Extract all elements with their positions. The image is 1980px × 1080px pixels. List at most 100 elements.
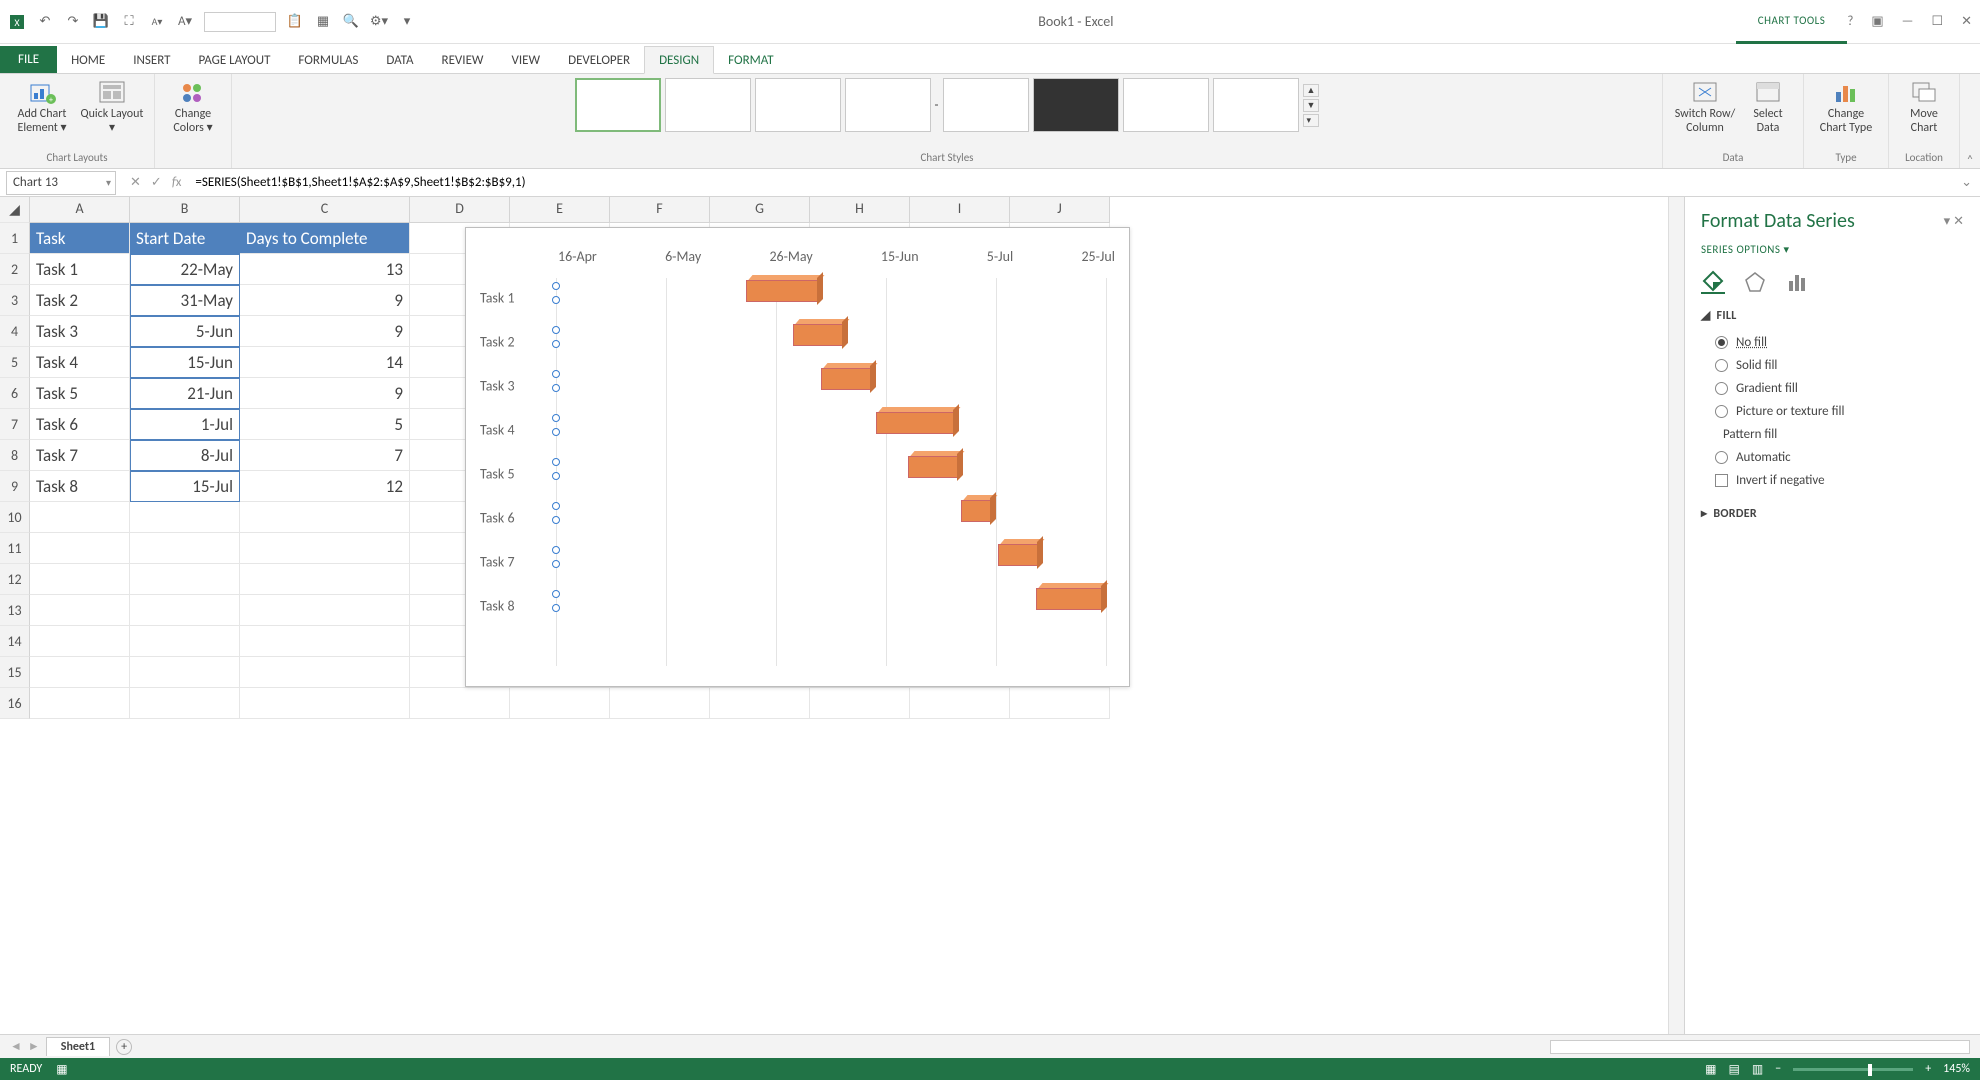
column-header[interactable]: B xyxy=(130,197,240,222)
cell[interactable]: 5 xyxy=(240,409,410,440)
cell[interactable]: Task 8 xyxy=(30,471,130,502)
chart-bar[interactable] xyxy=(876,412,954,434)
fx-icon[interactable]: fx xyxy=(172,175,182,190)
paste-icon[interactable]: 📋 xyxy=(286,13,304,31)
row-header[interactable]: 4 xyxy=(0,316,30,347)
chart-bar[interactable] xyxy=(821,368,871,390)
formula-input[interactable] xyxy=(189,175,1953,190)
cell[interactable] xyxy=(130,564,240,595)
border-section-header[interactable]: ▸BORDER xyxy=(1701,506,1964,521)
row-header[interactable]: 6 xyxy=(0,378,30,409)
chart-bar[interactable] xyxy=(961,500,991,522)
fill-no-fill[interactable]: No fill xyxy=(1701,331,1964,354)
cell[interactable]: 9 xyxy=(240,378,410,409)
ribbon-display-icon[interactable]: ▣ xyxy=(1871,14,1883,29)
row-header[interactable]: 7 xyxy=(0,409,30,440)
cell[interactable]: 15-Jul xyxy=(130,471,240,502)
cell[interactable] xyxy=(30,626,130,657)
fill-gradient[interactable]: Gradient fill xyxy=(1701,377,1964,400)
collapse-ribbon-icon[interactable]: ˄ xyxy=(1960,74,1980,168)
row-header[interactable]: 2 xyxy=(0,254,30,285)
cell[interactable] xyxy=(810,688,910,719)
effects-tab-icon[interactable] xyxy=(1743,270,1767,294)
move-chart-button[interactable]: Move Chart xyxy=(1899,78,1949,136)
series-options-dropdown[interactable]: SERIES OPTIONS ▾ xyxy=(1701,243,1964,256)
save-icon[interactable]: 💾 xyxy=(92,13,110,31)
cell[interactable]: Task 2 xyxy=(30,285,130,316)
cell[interactable] xyxy=(240,533,410,564)
enter-formula-icon[interactable]: ✓ xyxy=(151,175,162,190)
font-selector[interactable] xyxy=(204,12,276,32)
macros-icon[interactable]: ⚙▾ xyxy=(370,13,388,31)
print-preview-icon[interactable]: ⛶ xyxy=(120,13,138,31)
row-header[interactable]: 11 xyxy=(0,533,30,564)
cell[interactable]: Start Date xyxy=(130,223,240,254)
fill-automatic[interactable]: Automatic xyxy=(1701,446,1964,469)
column-header[interactable]: I xyxy=(910,197,1010,222)
row-header[interactable]: 14 xyxy=(0,626,30,657)
change-chart-type-button[interactable]: Change Chart Type xyxy=(1814,78,1878,136)
fill-section-header[interactable]: ◢FILL xyxy=(1701,308,1964,323)
chart-style-8[interactable] xyxy=(1213,78,1299,132)
column-header[interactable]: H xyxy=(810,197,910,222)
cell[interactable]: 21-Jun xyxy=(130,378,240,409)
tab-developer[interactable]: DEVELOPER xyxy=(554,47,644,73)
fill-solid[interactable]: Solid fill xyxy=(1701,354,1964,377)
chart-style-4[interactable] xyxy=(845,78,931,132)
tab-page-layout[interactable]: PAGE LAYOUT xyxy=(185,47,285,73)
quick-layout-button[interactable]: Quick Layout ▾ xyxy=(80,78,144,136)
cell[interactable]: 9 xyxy=(240,285,410,316)
styles-scroll-down-icon[interactable]: ▼ xyxy=(1303,99,1320,112)
chart-style-5[interactable] xyxy=(943,78,1029,132)
cell[interactable] xyxy=(30,595,130,626)
column-header[interactable]: D xyxy=(410,197,510,222)
row-header[interactable]: 12 xyxy=(0,564,30,595)
cell[interactable]: 22-May xyxy=(130,254,240,285)
switch-row-column-button[interactable]: Switch Row/ Column xyxy=(1673,78,1737,136)
sheet-tab-sheet1[interactable]: Sheet1 xyxy=(46,1037,110,1056)
qat-customize-icon[interactable]: ▾ xyxy=(398,13,416,31)
cell[interactable]: 1-Jul xyxy=(130,409,240,440)
cell[interactable] xyxy=(30,657,130,688)
zoom-slider[interactable] xyxy=(1793,1068,1913,1071)
cell[interactable] xyxy=(130,502,240,533)
row-header[interactable]: 13 xyxy=(0,595,30,626)
cancel-formula-icon[interactable]: ✕ xyxy=(130,175,141,190)
cell[interactable]: 15-Jun xyxy=(130,347,240,378)
chart-bar[interactable] xyxy=(998,544,1038,566)
series-options-tab-icon[interactable] xyxy=(1785,270,1809,294)
cell[interactable]: Task 5 xyxy=(30,378,130,409)
vertical-scrollbar[interactable] xyxy=(1668,197,1684,1034)
tab-data[interactable]: DATA xyxy=(372,47,427,73)
column-header[interactable]: E xyxy=(510,197,610,222)
select-all-cell[interactable]: ◢ xyxy=(0,197,30,223)
view-page-layout-icon[interactable]: ▤ xyxy=(1729,1062,1740,1077)
column-header[interactable]: G xyxy=(710,197,810,222)
cell[interactable]: Task xyxy=(30,223,130,254)
add-chart-element-button[interactable]: + Add Chart Element ▾ xyxy=(10,78,74,136)
row-header[interactable]: 1 xyxy=(0,223,30,254)
cell[interactable] xyxy=(710,688,810,719)
tab-home[interactable]: HOME xyxy=(57,47,119,73)
cell[interactable] xyxy=(30,688,130,719)
view-page-break-icon[interactable]: ▥ xyxy=(1752,1062,1763,1077)
chart-bar[interactable] xyxy=(1036,588,1102,610)
chart-style-6[interactable] xyxy=(1033,78,1119,132)
sheet-nav-next-icon[interactable]: ► xyxy=(28,1039,40,1054)
redo-icon[interactable]: ↷ xyxy=(64,13,82,31)
help-icon[interactable]: ? xyxy=(1847,14,1853,29)
tab-file[interactable]: FILE xyxy=(0,46,57,73)
cell[interactable] xyxy=(240,657,410,688)
row-header[interactable]: 10 xyxy=(0,502,30,533)
close-icon[interactable]: ✕ xyxy=(1961,14,1972,29)
row-header[interactable]: 15 xyxy=(0,657,30,688)
fill-line-tab-icon[interactable] xyxy=(1701,270,1725,294)
select-data-button[interactable]: Select Data xyxy=(1743,78,1793,136)
invert-if-negative[interactable]: Invert if negative xyxy=(1701,469,1964,492)
zoom-icon[interactable]: 🔍 xyxy=(342,13,360,31)
row-header[interactable]: 9 xyxy=(0,471,30,502)
cell[interactable] xyxy=(240,564,410,595)
column-header[interactable]: J xyxy=(1010,197,1110,222)
font-increase-icon[interactable]: A▾ xyxy=(176,13,194,31)
styles-scroll-up-icon[interactable]: ▲ xyxy=(1303,84,1320,97)
